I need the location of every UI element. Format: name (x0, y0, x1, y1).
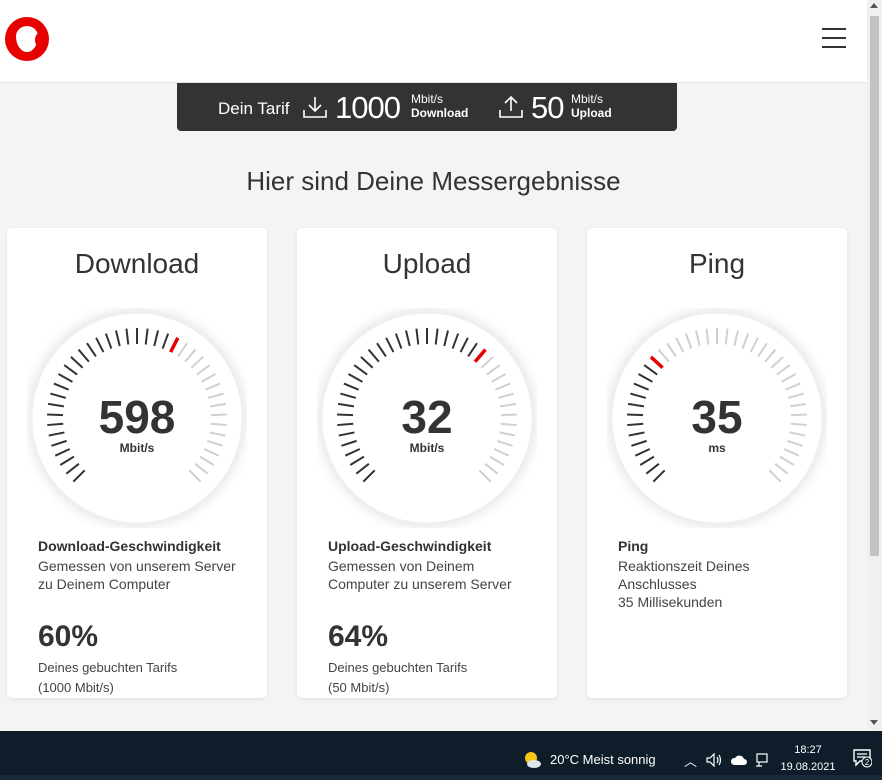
taskbar (0, 731, 882, 780)
download-description: Gemessen von unserem Server zu Deinem Co… (38, 558, 236, 592)
network-icon[interactable] (755, 752, 771, 768)
upload-card: Upload 32 Mbit/s Upload-Geschwindigkeit … (297, 228, 557, 698)
sun-cloud-icon[interactable] (522, 750, 542, 770)
scrollbar-thumb[interactable] (870, 16, 879, 556)
hamburger-menu-icon[interactable] (822, 28, 846, 48)
card-title: Download (74, 248, 200, 279)
chevron-up-icon[interactable]: ︿ (684, 751, 697, 770)
speaker-icon[interactable] (706, 753, 722, 767)
ping-description: Reaktionszeit Deines Anschlusses 35 Milli… (618, 558, 750, 610)
download-arrow-icon (303, 97, 327, 118)
ping-value: 35 (691, 391, 743, 443)
download-unit: Mbit/s (119, 441, 155, 455)
upload-heading: Upload-Geschwindigkeit (328, 538, 492, 554)
scrollbar[interactable] (867, 0, 882, 731)
download-percent: 60% (38, 620, 99, 653)
tariff-download-unit: Mbit/s Download (411, 92, 469, 120)
upload-note: Deines gebuchten Tarifs (50 Mbit/s) (328, 660, 468, 695)
download-heading: Download-Geschwindigkeit (38, 538, 221, 554)
scroll-down-arrow-icon[interactable] (870, 720, 878, 725)
weather-text[interactable]: 20°C Meist sonnig (550, 752, 656, 767)
ping-card: Ping 35 ms Ping Reaktionszeit Deines Ans… (587, 228, 847, 698)
cloud-icon[interactable] (730, 754, 748, 766)
download-card: Download 598 Mbit/s Download-Geschwindig… (7, 228, 267, 698)
tariff-banner: Dein Tarif 1000 Mbit/s Download 50 Mbit/s… (177, 83, 677, 131)
tariff-label: Dein Tarif (218, 99, 290, 118)
notification-center-icon[interactable]: 2 (852, 748, 872, 768)
speedtest-page: Dein Tarif 1000 Mbit/s Download 50 Mbit/s… (0, 0, 867, 731)
download-value: 598 (98, 391, 176, 443)
ping-unit: ms (708, 441, 726, 455)
card-title: Ping (688, 248, 746, 279)
upload-percent: 64% (328, 620, 389, 653)
ping-heading: Ping (618, 538, 649, 554)
upload-arrow-icon (499, 95, 523, 118)
upload-unit: Mbit/s (409, 441, 445, 455)
upload-description: Gemessen von Deinem Computer zu unserem … (328, 558, 512, 592)
tariff-download-value: 1000 (335, 90, 401, 125)
card-title: Upload (382, 248, 472, 279)
clock-time: 18:27 (794, 744, 822, 756)
tariff-upload-unit: Mbit/s Upload (571, 92, 612, 120)
scroll-up-arrow-icon[interactable] (870, 3, 878, 8)
upload-value: 32 (401, 391, 453, 443)
clock-date: 19.08.2021 (780, 761, 836, 773)
download-note: Deines gebuchten Tarifs (1000 Mbit/s) (38, 660, 178, 695)
vodafone-logo[interactable] (5, 17, 49, 61)
logo-mark (16, 26, 44, 52)
clock[interactable]: 18:27 19.08.2021 (778, 742, 838, 776)
header (0, 0, 867, 83)
tariff-upload-value: 50 (531, 90, 564, 125)
page-title: Hier sind Deine Messergebnisse (246, 166, 621, 196)
notification-count: 2 (865, 758, 870, 767)
